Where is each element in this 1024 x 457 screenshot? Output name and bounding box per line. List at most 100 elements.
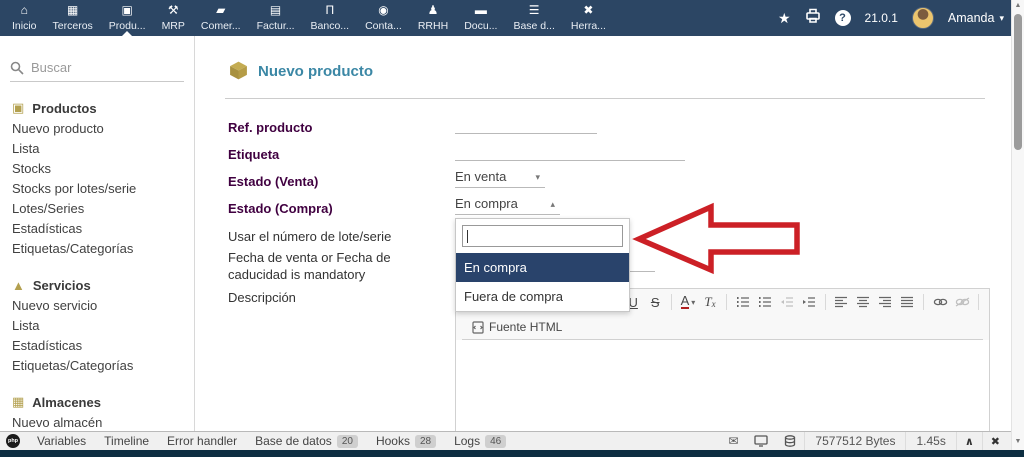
title-divider [225,98,985,99]
nav-label: Terceros [53,20,93,32]
sidebar-item-lista-servicios[interactable]: Lista [12,316,194,336]
minimize-debugbar-button[interactable]: ∧ [956,432,982,450]
debug-tab-timeline[interactable]: Timeline [95,432,158,450]
search-input[interactable] [31,60,195,75]
monitor-icon[interactable] [746,435,776,447]
caret-down-icon: ▾ [535,172,540,183]
ref-producto-input[interactable] [455,116,597,134]
nav-tab-terceros[interactable]: ▦ Terceros [45,0,101,36]
print-icon[interactable] [805,8,821,28]
nav-tab-documentos[interactable]: ▬ Docu... [456,0,505,36]
nav-label: Comer... [201,20,241,32]
estado-venta-select[interactable]: En venta ▾ [455,168,545,188]
sidebar-item-nuevo-almacen[interactable]: Nuevo almacén [12,413,194,431]
nav-label: Produ... [109,20,146,32]
mail-icon[interactable]: ✉ [720,434,746,448]
user-avatar[interactable] [912,7,934,29]
numbered-list-button[interactable] [733,292,753,312]
sidebar-item-etiquetas-servicios[interactable]: Etiquetas/Categorías [12,356,194,376]
nav-tab-comercial[interactable]: ▰ Comer... [193,0,249,36]
bullet-list-button[interactable] [755,292,775,312]
nav-tab-inicio[interactable]: ⌂ Inicio [4,0,45,36]
link-button[interactable] [930,292,950,312]
tools-icon: ✖ [583,4,593,17]
count-badge: 28 [415,435,436,448]
align-left-button[interactable] [831,292,851,312]
caret-up-icon: ▴ [550,199,555,210]
bookmark-star-icon[interactable]: ★ [778,10,791,27]
numbered-list-icon [736,296,750,308]
scrollbar-thumb[interactable] [1014,14,1022,150]
nav-label: MRP [162,20,185,32]
justify-icon [901,296,914,308]
html-source-button[interactable]: Fuente HTML [466,318,568,336]
debug-tab-variables[interactable]: Variables [28,432,95,450]
help-icon[interactable]: ? [835,10,851,26]
sidebar-search: ▾ [10,54,184,82]
documents-icon: ▬ [475,4,487,17]
unlink-button[interactable] [952,292,972,312]
sidebar-item-lista-productos[interactable]: Lista [12,139,194,159]
scroll-up-icon[interactable]: ▲ [1012,2,1024,9]
accounting-icon: ◉ [378,4,388,17]
nav-label: Docu... [464,20,497,32]
close-debugbar-button[interactable]: ✖ [982,432,1008,450]
sidebar-item-nuevo-producto[interactable]: Nuevo producto [12,119,194,139]
sidebar-item-nuevo-servicio[interactable]: Nuevo servicio [12,296,194,316]
nav-label: Factur... [257,20,295,32]
ref-producto-label: Ref. producto [228,120,313,135]
justify-button[interactable] [897,292,917,312]
sidebar-item-lotes-series[interactable]: Lotes/Series [12,199,194,219]
nav-tab-herramientas[interactable]: ✖ Herra... [563,0,614,36]
text-color-button[interactable]: A ▾ [678,292,698,312]
bullet-list-icon [758,296,772,308]
user-menu[interactable]: Amanda ▾ [948,11,1004,25]
sidebar-item-stocks-lotes[interactable]: Stocks por lotes/serie [12,179,194,199]
toolbar-separator [978,294,979,310]
description-textarea[interactable] [456,340,989,432]
dropdown-option-en-compra[interactable]: En compra [456,253,629,282]
toolbar-separator [671,294,672,310]
remove-format-button[interactable]: T x [700,292,720,312]
nav-tab-contabilidad[interactable]: ◉ Conta... [357,0,410,36]
bank-icon: Π [325,4,334,17]
nav-tab-productos[interactable]: ▣ Produ... [101,0,154,36]
nav-tab-base-datos[interactable]: ☰ Base d... [505,0,562,36]
menu-section-almacenes: ▦ Almacenes Nuevo almacén Lista [0,391,194,431]
chevron-down-icon: ▾ [999,13,1004,24]
dropdown-option-fuera-de-compra[interactable]: Fuera de compra [456,282,629,311]
strikethrough-button[interactable]: S [645,292,665,312]
estado-compra-value: En compra [455,196,518,211]
php-logo-icon: php [6,434,20,448]
vertical-scrollbar[interactable]: ▲ ▼ [1011,0,1024,450]
section-title: Servicios [33,278,91,293]
nav-tab-facturacion[interactable]: ▤ Factur... [249,0,303,36]
debugbar-right-tools: ✉ 7577512 Bytes 1.45s ∧ ✖ [720,432,1008,450]
sidebar-item-stocks[interactable]: Stocks [12,159,194,179]
align-right-button[interactable] [875,292,895,312]
database-icon[interactable] [776,435,804,447]
estado-compra-dropdown-panel: En compra Fuera de compra [455,218,630,312]
text-cursor [467,230,468,243]
debug-tab-hooks[interactable]: Hooks 28 [367,432,445,450]
scroll-down-icon[interactable]: ▼ [1012,438,1024,445]
debug-tab-base-de-datos[interactable]: Base de datos 20 [246,432,367,450]
dropdown-search-input[interactable] [462,225,623,247]
indent-button[interactable] [799,292,819,312]
debug-tab-logs[interactable]: Logs 46 [445,432,515,450]
thirdparties-icon: ▦ [67,4,78,17]
align-center-button[interactable] [853,292,873,312]
outdent-button[interactable] [777,292,797,312]
sidebar-item-estadisticas-servicios[interactable]: Estadísticas [12,336,194,356]
nav-tab-bancos[interactable]: Π Banco... [303,0,358,36]
nav-tab-rrhh[interactable]: ♟ RRHH [410,0,456,36]
product-cube-icon [228,60,249,86]
etiqueta-input[interactable] [455,143,685,161]
nav-label: Herra... [571,20,606,32]
debug-tab-error-handler[interactable]: Error handler [158,432,246,450]
sidebar-item-estadisticas-productos[interactable]: Estadísticas [12,219,194,239]
database-icon: ☰ [529,4,540,17]
sidebar-item-etiquetas-productos[interactable]: Etiquetas/Categorías [12,239,194,259]
nav-tab-mrp[interactable]: ⚒ MRP [154,0,193,36]
estado-compra-select[interactable]: En compra ▴ [455,195,560,215]
